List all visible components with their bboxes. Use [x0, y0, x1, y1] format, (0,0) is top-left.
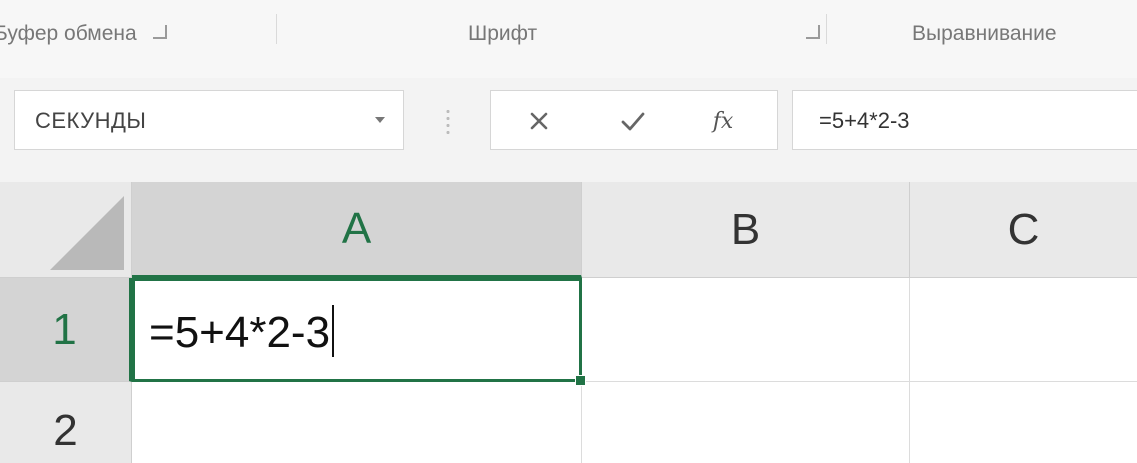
- function-icon: fx: [712, 108, 734, 134]
- group-separator: [276, 14, 277, 44]
- cell-a1-content: =5+4*2-3: [149, 305, 335, 358]
- ribbon-group-labels: Буфер обмена Шрифт Выравнивание: [0, 0, 1137, 79]
- chevron-down-icon[interactable]: [375, 117, 385, 123]
- group-separator: [826, 14, 827, 44]
- cell-b2[interactable]: [582, 382, 910, 463]
- worksheet-grid: A B C 1 2 =5+4*2-3: [0, 182, 1137, 463]
- row-header-label: 2: [53, 405, 78, 455]
- enter-button[interactable]: [603, 99, 663, 143]
- ribbon-group-alignment: Выравнивание: [912, 22, 1057, 46]
- ribbon-group-label: Буфер обмена: [0, 22, 137, 45]
- row-header-label: 1: [52, 304, 77, 354]
- cell-a1-active[interactable]: =5+4*2-3: [132, 278, 582, 382]
- cancel-button[interactable]: [509, 99, 569, 143]
- column-header-b[interactable]: B: [582, 182, 910, 278]
- column-header-label: C: [1007, 204, 1040, 254]
- close-icon: [530, 112, 548, 130]
- ribbon-group-font-launcher[interactable]: [806, 22, 820, 46]
- cell-c1[interactable]: [910, 278, 1137, 382]
- column-header-label: B: [730, 204, 761, 254]
- resize-grip-icon[interactable]: [446, 108, 450, 134]
- fill-handle[interactable]: [575, 375, 586, 386]
- text-caret: [332, 305, 335, 357]
- ribbon-group-label: Выравнивание: [912, 22, 1057, 45]
- cell-a2[interactable]: [132, 382, 582, 463]
- dialog-launcher-icon[interactable]: [152, 25, 167, 39]
- ribbon-group-font: Шрифт: [468, 22, 537, 46]
- checkmark-icon: [621, 112, 645, 131]
- select-all-triangle-icon: [50, 196, 124, 270]
- formula-input[interactable]: =5+4*2-3: [792, 90, 1137, 150]
- ribbon-group-clipboard: Буфер обмена: [0, 22, 167, 46]
- formula-bar: СЕКУНДЫ fx =5+4*2-3: [0, 78, 1137, 182]
- column-header-label: A: [341, 203, 372, 253]
- formula-input-value: =5+4*2-3: [819, 108, 910, 133]
- cell-a1-formula: =5+4*2-3: [149, 308, 331, 357]
- insert-function-button[interactable]: fx: [693, 99, 753, 143]
- formula-buttons: fx: [490, 90, 778, 150]
- name-box[interactable]: СЕКУНДЫ: [14, 90, 404, 150]
- ribbon-group-label: Шрифт: [468, 22, 538, 45]
- row-header-1[interactable]: 1: [0, 278, 132, 382]
- cell-c2[interactable]: [910, 382, 1137, 463]
- column-header-c[interactable]: C: [910, 182, 1137, 278]
- column-header-a[interactable]: A: [132, 182, 582, 278]
- select-all-button[interactable]: [0, 182, 132, 278]
- cell-b1[interactable]: [582, 278, 910, 382]
- row-header-2[interactable]: 2: [0, 382, 132, 463]
- name-box-value: СЕКУНДЫ: [35, 108, 147, 133]
- dialog-launcher-icon[interactable]: [806, 25, 820, 39]
